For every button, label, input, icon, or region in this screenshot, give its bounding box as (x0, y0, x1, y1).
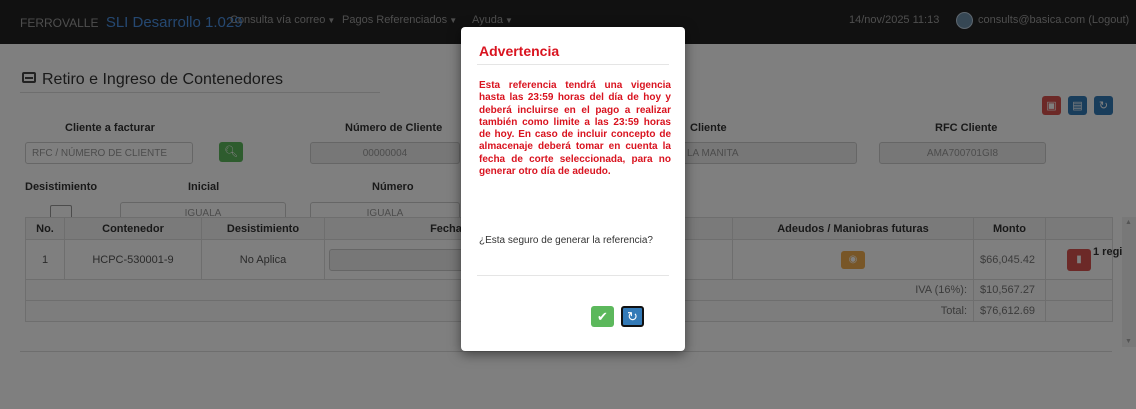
modal-footer-divider (477, 275, 669, 276)
modal-warning-message: Esta referencia tendrá una vigencia hast… (479, 80, 671, 178)
undo-icon: ↻ (627, 309, 638, 324)
confirm-button[interactable]: ✔ (591, 306, 614, 327)
warning-modal: Advertencia Esta referencia tendrá una v… (461, 27, 685, 351)
check-icon: ✔ (597, 309, 608, 324)
modal-question: ¿Esta seguro de generar la referencia? (479, 235, 653, 246)
modal-title: Advertencia (479, 43, 560, 59)
cancel-button[interactable]: ↻ (621, 306, 644, 327)
modal-divider (477, 64, 669, 65)
